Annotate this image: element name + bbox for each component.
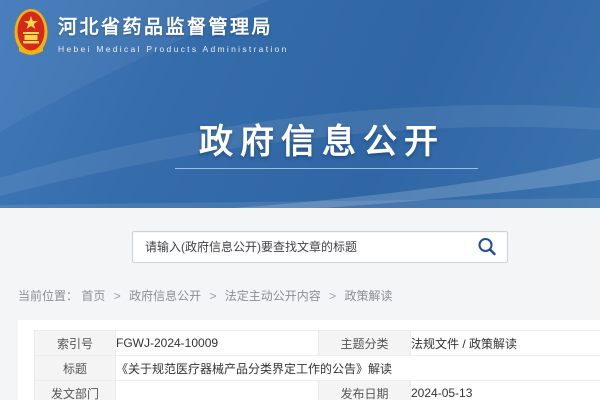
search-input[interactable] [133, 232, 507, 262]
breadcrumb-item-policy-interpretation[interactable]: 政策解读 [345, 289, 393, 303]
table-row: 发文部门 发布日期 2024-05-13 [35, 381, 600, 400]
field-label-issuing-department: 发文部门 [35, 381, 116, 400]
search-box [132, 231, 508, 263]
site-name-en: Hebei Medical Products Administration [58, 44, 289, 54]
breadcrumb: 当前位置： 首页 > 政府信息公开 > 法定主动公开内容 > 政策解读 [18, 287, 393, 304]
search-button[interactable] [475, 236, 499, 260]
breadcrumb-separator: > [114, 289, 121, 303]
breadcrumb-item-statutory-disclosure[interactable]: 法定主动公开内容 [225, 289, 321, 303]
field-value-title: 《关于规范医疗器械产品分类界定工作的公告》解读 [116, 356, 600, 381]
field-value-issuing-department [116, 381, 319, 400]
site-brand[interactable]: 河北省药品监督管理局 Hebei Medical Products Admini… [14, 8, 289, 58]
site-name: 河北省药品监督管理局 Hebei Medical Products Admini… [58, 12, 289, 54]
china-national-emblem-icon [14, 8, 48, 58]
breadcrumb-separator: > [209, 289, 216, 303]
table-row: 索引号 FGWJ-2024-10009 主题分类 法规文件 / 政策解读 [35, 331, 600, 356]
hero-banner: 河北省药品监督管理局 Hebei Medical Products Admini… [0, 0, 600, 208]
document-info-table: 索引号 FGWJ-2024-10009 主题分类 法规文件 / 政策解读 标题 … [34, 330, 600, 400]
breadcrumb-item-home[interactable]: 首页 [81, 289, 105, 303]
banner-underline [175, 168, 478, 169]
field-label-index-no: 索引号 [35, 331, 116, 356]
breadcrumb-prefix: 当前位置： [18, 289, 78, 303]
breadcrumb-separator: > [329, 289, 336, 303]
field-value-index-no: FGWJ-2024-10009 [116, 331, 319, 356]
page: 河北省药品监督管理局 Hebei Medical Products Admini… [0, 0, 600, 400]
field-value-publish-date: 2024-05-13 [411, 381, 600, 400]
breadcrumb-item-gov-info[interactable]: 政府信息公开 [129, 289, 201, 303]
banner-title: 政府信息公开 [22, 114, 600, 163]
document-info-panel: 索引号 FGWJ-2024-10009 主题分类 法规文件 / 政策解读 标题 … [18, 320, 600, 400]
search-icon [476, 236, 498, 258]
field-label-title: 标题 [35, 356, 116, 381]
table-row: 标题 《关于规范医疗器械产品分类界定工作的公告》解读 [35, 356, 600, 381]
site-name-zh: 河北省药品监督管理局 [58, 12, 289, 39]
field-label-topic-category: 主题分类 [319, 331, 411, 356]
field-label-publish-date: 发布日期 [319, 381, 411, 400]
field-value-topic-category: 法规文件 / 政策解读 [411, 331, 600, 356]
